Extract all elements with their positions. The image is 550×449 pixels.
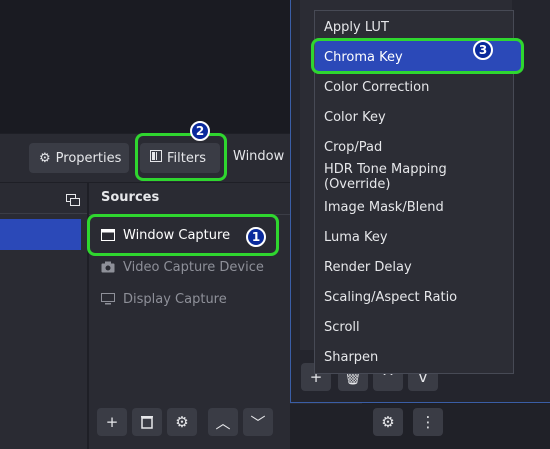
menu-item-color-key[interactable]: Color Key	[324, 102, 512, 132]
more-vertical-icon[interactable]: ⋮	[413, 408, 443, 436]
menu-item-scaling-aspect-ratio[interactable]: Scaling/Aspect Ratio	[324, 282, 512, 312]
source-label: Display Capture	[123, 291, 227, 307]
step-badge-2: 2	[190, 121, 210, 141]
menu-item-crop-pad[interactable]: Crop/Pad	[324, 132, 512, 162]
menu-item-scroll[interactable]: Scroll	[324, 312, 512, 342]
menu-item-luma-key[interactable]: Luma Key	[324, 222, 512, 252]
window-label: Window	[233, 149, 285, 164]
advanced-settings-gear-icon[interactable]: ⚙	[373, 408, 403, 436]
menu-item-color-correction[interactable]: Color Correction	[324, 72, 512, 102]
menu-item-render-delay[interactable]: Render Delay	[324, 252, 512, 282]
preview-canvas	[0, 0, 290, 133]
scene-item-selected[interactable]	[0, 219, 81, 250]
source-item-video-capture[interactable]: Video Capture Device	[101, 254, 264, 280]
move-down-chevron-icon[interactable]: ﹀	[243, 408, 273, 436]
menu-item-hdr-tone-mapping[interactable]: HDR Tone Mapping (Override)	[324, 162, 512, 192]
properties-label: Properties	[55, 150, 122, 166]
properties-button[interactable]: ⚙ Properties	[29, 143, 129, 173]
step-badge-1: 1	[246, 227, 266, 247]
menu-item-image-mask-blend[interactable]: Image Mask/Blend	[324, 192, 512, 222]
camera-icon	[101, 261, 115, 273]
source-label: Video Capture Device	[123, 259, 264, 275]
highlight-filters	[135, 133, 227, 181]
source-item-display-capture[interactable]: Display Capture	[101, 286, 227, 312]
menu-item-sharpen[interactable]: Sharpen	[324, 342, 512, 372]
monitor-icon	[101, 293, 115, 305]
highlight-chroma-key	[311, 38, 524, 74]
add-source-button[interactable]: +	[97, 408, 127, 436]
step-badge-3: 3	[473, 40, 493, 60]
move-up-chevron-icon[interactable]: ︿	[208, 408, 238, 436]
source-settings-gear-icon[interactable]: ⚙	[167, 408, 197, 436]
trash-icon[interactable]	[132, 408, 162, 436]
dock-float-icon[interactable]	[66, 191, 80, 206]
gear-icon: ⚙	[39, 150, 51, 166]
sources-header: Sources	[101, 190, 160, 205]
